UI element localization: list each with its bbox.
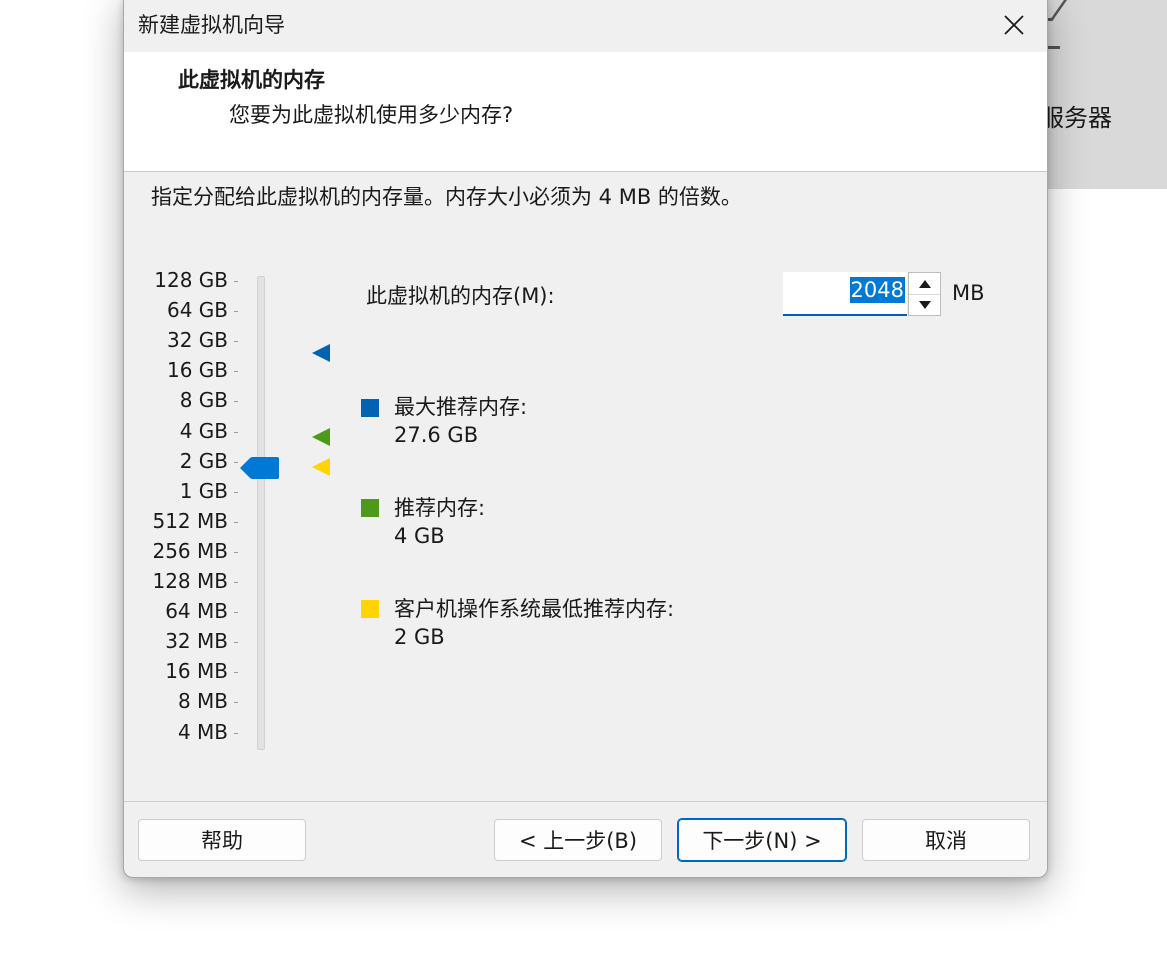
scale-tick (234, 401, 238, 403)
legend-minimum-swatch (361, 600, 379, 618)
scale-tick (234, 311, 238, 313)
legend-recommended-label: 推荐内存: (394, 496, 486, 520)
scale-tick (234, 491, 238, 493)
legend-minimum-label: 客户机操作系统最低推荐内存: (394, 597, 675, 621)
scale-label: 128 MB (152, 569, 228, 593)
legend-max-label: 最大推荐内存: (394, 395, 528, 419)
footer-divider (124, 801, 1047, 802)
memory-spinner[interactable] (908, 272, 941, 316)
scale-label: 32 GB (166, 328, 228, 353)
scale-tick (234, 732, 238, 734)
window-title: 新建虚拟机向导 (138, 13, 285, 37)
cancel-button[interactable]: 取消 (862, 819, 1030, 861)
scale-tick (234, 642, 238, 644)
memory-input-value: 2048 (849, 277, 905, 303)
scale-label: 64 GB (166, 298, 228, 323)
minimum-recommended-marker-icon (312, 458, 330, 476)
scale-tick (234, 431, 238, 433)
scale-label: 128 GB (154, 268, 228, 292)
next-button[interactable]: 下一步(N) > (677, 818, 847, 862)
memory-field-label: 此虚拟机的内存(M): (366, 284, 555, 308)
page-title: 此虚拟机的内存 (178, 68, 325, 92)
arrow-down-icon (918, 300, 931, 309)
scale-label: 64 MB (165, 599, 228, 624)
legend-max-value: 27.6 GB (394, 423, 479, 447)
max-recommended-marker-icon (312, 344, 330, 362)
title-bar[interactable]: 新建虚拟机向导 (124, 0, 1047, 52)
scale-label: 16 GB (166, 358, 228, 383)
recommended-marker-icon (312, 428, 330, 446)
scale-tick (234, 281, 238, 282)
decrement-button[interactable] (909, 294, 940, 315)
scale-label: 2 GB (179, 448, 228, 473)
new-vm-wizard-dialog: 新建虚拟机向导 此虚拟机的内存 您要为此虚拟机使用多少内存? 指定分配给此虚拟机… (123, 0, 1048, 878)
scale-tick (234, 582, 238, 583)
background-text: 服务器 (1040, 104, 1112, 132)
back-button[interactable]: < 上一步(B) (494, 819, 662, 861)
scale-tick (234, 612, 238, 614)
scale-label: 8 GB (179, 388, 228, 413)
legend-recommended-swatch (361, 499, 379, 517)
memory-slider-thumb[interactable] (240, 456, 280, 480)
wizard-header: 此虚拟机的内存 您要为此虚拟机使用多少内存? (124, 52, 1047, 172)
scale-label: 256 MB (152, 538, 228, 563)
scale-label: 32 MB (165, 629, 228, 654)
scale-label: 8 MB (177, 689, 228, 714)
legend-max-swatch (361, 399, 379, 417)
memory-unit: MB (952, 281, 985, 305)
scale-tick (234, 371, 238, 373)
close-button[interactable] (986, 3, 1042, 47)
scale-tick (234, 702, 238, 704)
scale-label: 512 MB (152, 508, 228, 533)
page-subtitle: 您要为此虚拟机使用多少内存? (229, 103, 514, 127)
scale-tick (234, 341, 238, 343)
scale-label: 16 MB (165, 659, 228, 684)
instructions-text: 指定分配给此虚拟机的内存量。内存大小必须为 4 MB 的倍数。 (151, 185, 742, 209)
scale-tick (234, 521, 238, 523)
scale-label: 4 GB (179, 418, 228, 443)
memory-input[interactable]: 2048 (783, 272, 907, 316)
arrow-up-icon (918, 279, 931, 288)
background-bar-icon (1046, 46, 1060, 49)
scale-label: 1 GB (179, 478, 228, 503)
scale-label: 4 MB (177, 719, 228, 744)
scale-tick (234, 461, 238, 463)
help-button[interactable]: 帮助 (138, 819, 306, 861)
legend-recommended-value: 4 GB (394, 524, 445, 548)
close-icon (1004, 15, 1024, 35)
memory-slider-track[interactable] (257, 276, 265, 750)
increment-button[interactable] (909, 273, 940, 295)
scale-tick (234, 672, 238, 674)
legend-minimum-value: 2 GB (394, 625, 445, 649)
scale-tick (234, 551, 238, 553)
